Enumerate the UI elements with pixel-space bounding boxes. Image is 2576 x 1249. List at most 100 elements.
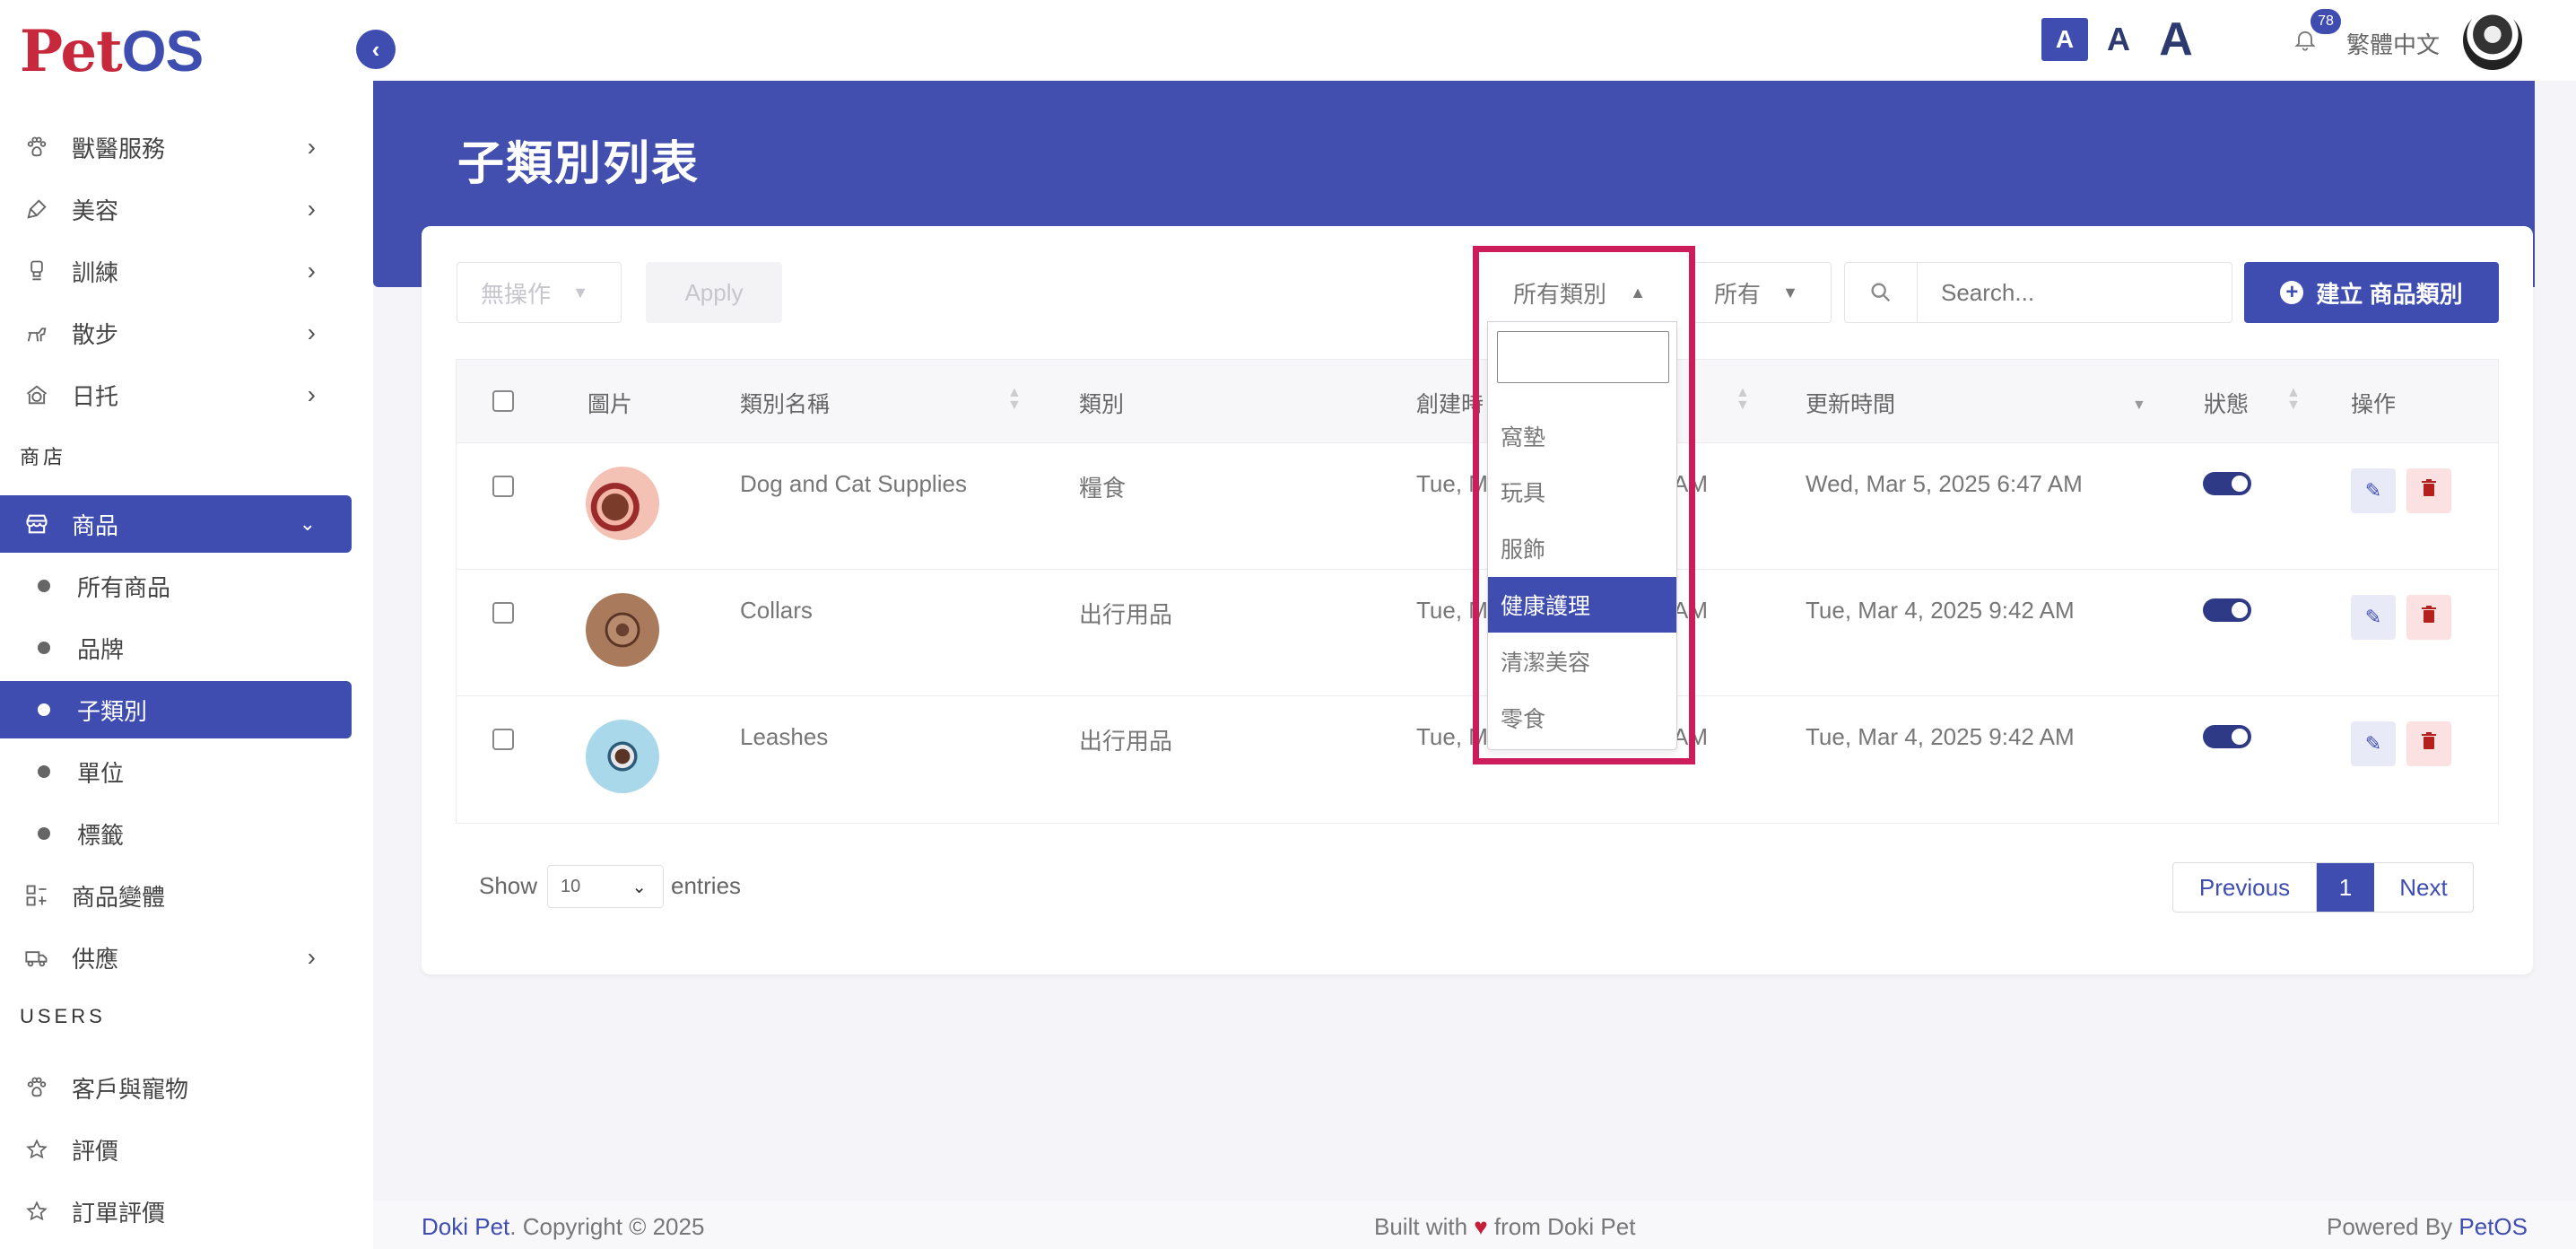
dropdown-option[interactable]: 零食 xyxy=(1488,690,1676,746)
updated-date: Wed, Mar 5, 2025 6:47 AM xyxy=(1806,470,2083,497)
avatar[interactable] xyxy=(2463,11,2522,70)
dropdown-search-input[interactable] xyxy=(1497,331,1669,383)
sidebar-subitem-all-products[interactable]: 所有商品 xyxy=(0,557,352,615)
dropdown-option[interactable]: 服飾 xyxy=(1488,520,1676,576)
sidebar-item-label: 評價 xyxy=(72,1137,119,1165)
category-name: Collars xyxy=(740,597,813,624)
sidebar-item-training[interactable]: 訓練 › xyxy=(0,242,352,300)
sidebar-item-walking[interactable]: 散步 › xyxy=(0,304,352,362)
subcategory-table: 圖片 類別名稱 ▲ ▼ 類別 創建時 ▲ ▼ 更新時間 ▼ 狀態 ▲ ▼ 操作 Dog… xyxy=(456,359,2499,824)
sort-icon[interactable]: ▲ ▼ xyxy=(1736,386,1750,413)
header-image: 圖片 xyxy=(587,392,633,417)
status-toggle[interactable] xyxy=(2203,725,2251,748)
row-checkbox[interactable] xyxy=(492,729,514,750)
sidebar-item-supply[interactable]: 供應 › xyxy=(0,929,352,986)
sidebar-item-daycare[interactable]: 日托 › xyxy=(0,366,352,424)
header-created[interactable]: 創建時 xyxy=(1416,387,1484,419)
chevron-down-icon: ⌄ xyxy=(299,512,316,535)
dropdown-option-selected[interactable]: 健康護理 xyxy=(1488,577,1676,633)
previous-page-button[interactable]: Previous xyxy=(2173,863,2317,912)
pencil-icon: ✎ xyxy=(2364,479,2382,502)
dropdown-option[interactable]: 玩具 xyxy=(1488,464,1676,520)
entries-per-page-select[interactable]: 10 ⌄ xyxy=(547,865,664,908)
caret-down-icon: ▼ xyxy=(572,283,588,301)
sidebar-item-label: 商品變體 xyxy=(72,883,166,911)
delete-button[interactable] xyxy=(2406,721,2451,766)
apply-button[interactable]: Apply xyxy=(646,262,782,323)
sidebar-item-order-reviews[interactable]: 訂單評價 xyxy=(0,1183,352,1240)
sidebar-subitem-brands[interactable]: 品牌 xyxy=(0,619,352,677)
sidebar-item-variants[interactable]: 商品變體 xyxy=(0,867,352,924)
created-date: Tue, M xyxy=(1416,597,1488,624)
trash-icon xyxy=(2421,732,2437,756)
bullet-icon xyxy=(38,765,50,778)
dropdown-option[interactable]: 清潔美容 xyxy=(1488,633,1676,689)
app-logo[interactable]: Pet OS xyxy=(20,18,204,85)
header-status[interactable]: 狀態 xyxy=(2204,387,2249,419)
header-updated[interactable]: 更新時間 xyxy=(1806,387,1895,419)
sidebar-item-reviews[interactable]: 評價 xyxy=(0,1121,352,1178)
bullet-icon xyxy=(38,827,50,840)
sort-desc-icon[interactable]: ▼ xyxy=(2132,387,2146,413)
sidebar-item-vet[interactable]: 獸醫服務 › xyxy=(0,118,352,176)
next-page-button[interactable]: Next xyxy=(2374,863,2473,912)
font-size-large-button[interactable]: A xyxy=(2151,11,2201,68)
daycare-icon xyxy=(23,381,50,408)
category-filter-value: 所有類別 xyxy=(1513,280,1607,308)
delete-button[interactable] xyxy=(2406,468,2451,513)
header-category[interactable]: 類別 xyxy=(1079,387,1124,419)
footer-powered-brand[interactable]: PetOS xyxy=(2459,1213,2528,1240)
create-category-button[interactable]: + 建立 商品類別 xyxy=(2244,262,2499,323)
language-switcher[interactable]: 繁體中文 xyxy=(2346,27,2440,60)
footer-brand-link[interactable]: Doki Pet xyxy=(422,1213,509,1240)
font-size-small-button[interactable]: A xyxy=(2041,18,2088,61)
search-field xyxy=(1917,262,2232,323)
edit-button[interactable]: ✎ xyxy=(2351,595,2396,640)
page-title: 子類別列表 xyxy=(457,138,701,190)
category-name: Dog and Cat Supplies xyxy=(740,470,967,497)
caret-down-icon: ▼ xyxy=(1782,283,1798,301)
page-1-button[interactable]: 1 xyxy=(2317,863,2374,912)
sidebar-subitem-units[interactable]: 單位 xyxy=(0,743,352,800)
bullet-icon xyxy=(38,642,50,654)
status-toggle[interactable] xyxy=(2203,598,2251,622)
bullet-icon xyxy=(38,580,50,592)
dropdown-option[interactable]: 窩墊 xyxy=(1488,408,1676,464)
bulk-action-select[interactable]: 無操作 ▼ xyxy=(457,262,622,323)
category-dropdown: 窩墊 玩具 服飾 健康護理 清潔美容 零食 xyxy=(1487,321,1677,750)
star-icon xyxy=(23,1136,50,1163)
sort-icon[interactable]: ▲ ▼ xyxy=(1007,386,1022,413)
status-filter-select[interactable]: 所有 ▼ xyxy=(1692,262,1832,323)
sidebar-subitem-label: 標籤 xyxy=(77,821,125,849)
chevron-right-icon: › xyxy=(307,195,316,223)
row-checkbox[interactable] xyxy=(492,476,514,497)
row-checkbox[interactable] xyxy=(492,602,514,624)
delete-button[interactable] xyxy=(2406,595,2451,640)
status-toggle[interactable] xyxy=(2203,472,2251,495)
sidebar-subitem-tags[interactable]: 標籤 xyxy=(0,805,352,862)
edit-button[interactable]: ✎ xyxy=(2351,468,2396,513)
sidebar-item-grooming[interactable]: 美容 › xyxy=(0,180,352,238)
updated-date: Tue, Mar 4, 2025 9:42 AM xyxy=(1806,597,2075,624)
bulk-action-value: 無操作 xyxy=(481,280,552,308)
sort-icon[interactable]: ▲ ▼ xyxy=(2286,386,2301,413)
edit-button[interactable]: ✎ xyxy=(2351,721,2396,766)
header-name[interactable]: 類別名稱 xyxy=(740,387,830,419)
show-label: Show xyxy=(479,872,538,899)
paw-icon xyxy=(23,134,50,161)
truck-icon xyxy=(23,944,50,971)
sidebar-item-customers[interactable]: 客戶與寵物 xyxy=(0,1059,352,1116)
status-filter-value: 所有 xyxy=(1714,280,1762,308)
select-all-checkbox[interactable] xyxy=(492,390,514,412)
trophy-icon xyxy=(23,258,50,284)
chevron-right-icon: › xyxy=(307,380,316,408)
sidebar-subitem-subcategories[interactable]: 子類別 xyxy=(0,681,352,738)
search-input[interactable] xyxy=(1918,278,2232,307)
category-type: 出行用品 xyxy=(1079,728,1173,755)
chevron-right-icon: › xyxy=(307,133,316,161)
category-filter-select[interactable]: 所有類別 ▲ xyxy=(1478,262,1679,323)
footer-copyright: Doki Pet. Copyright © 2025 xyxy=(422,1213,704,1241)
sidebar-collapse-button[interactable]: ‹ xyxy=(356,30,396,69)
font-size-medium-button[interactable]: A xyxy=(2099,18,2138,61)
sidebar-item-products[interactable]: 商品 ⌄ xyxy=(0,495,352,553)
